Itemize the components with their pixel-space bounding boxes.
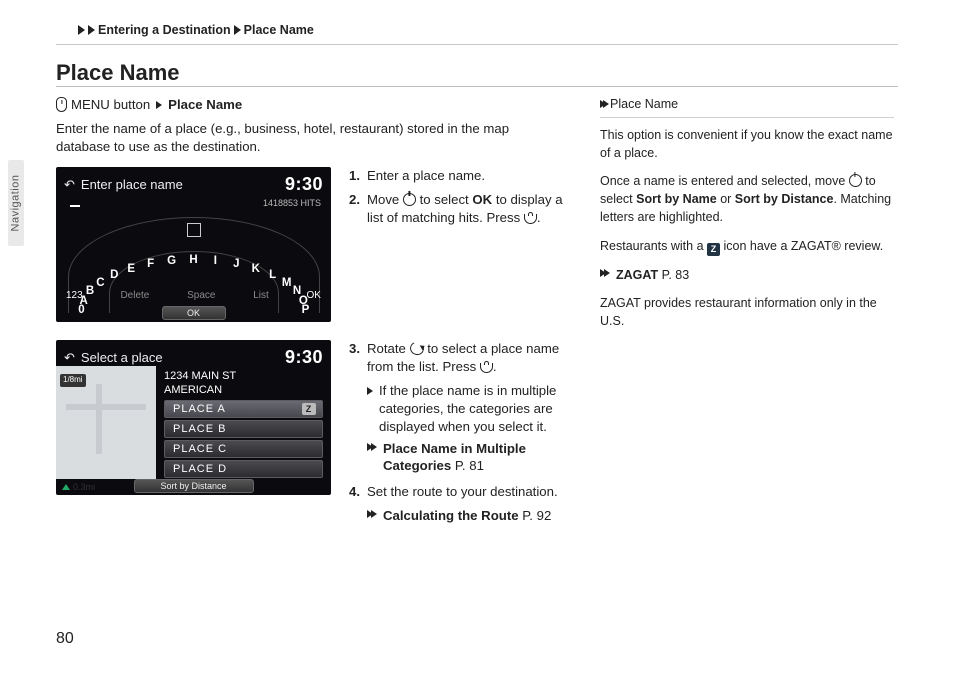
sidebar-heading: Place Name [600,96,894,118]
place-item: PLACE D [164,460,323,478]
step-3-sub: If the place name is in multiple categor… [367,382,576,435]
step-3: 3. Rotate to select a place name from th… [349,340,576,376]
chevron-right-icon [78,25,85,35]
menu-button-label: MENU button [71,96,150,114]
breadcrumb-section: Entering a Destination [98,22,231,39]
section-tab-label: Navigation [9,175,24,232]
dial-letter: L [269,268,276,284]
place-item: PLACE AZ [164,400,323,418]
text-cursor [70,205,80,207]
list-label: List [253,289,269,303]
chevron-right-icon [88,25,95,35]
step-1: 1.Enter a place name. [349,167,576,185]
sort-pill: Sort by Distance [134,479,254,493]
dial-letter: J [233,257,239,273]
mouse-icon [56,97,67,112]
map-scale: 1/8mi [60,374,86,387]
sidebar: Place Name This option is convenient if … [600,96,894,340]
chevron-right-icon [234,25,241,35]
divider [56,86,898,87]
dial-letter: D [110,268,118,284]
xref-multiple-categories: Place Name in Multiple Categories P. 81 [367,440,576,476]
menu-target: Place Name [168,96,242,114]
screen1-bottom-bar: 123 Delete Space List OK [56,289,331,303]
zagat-badge: Z [302,403,316,415]
intro-description: Enter the name of a place (e.g., busines… [56,120,566,156]
dial-letter: P [302,304,310,320]
xref-icon [367,510,379,520]
xref-calculating-route: Calculating the Route P. 92 [367,507,576,525]
mode-123: 123 [66,289,83,303]
back-icon: ↶ [64,349,75,367]
step-2: 2. Move to select OK to display a list o… [349,191,576,227]
xref-icon [367,443,379,453]
screen2-clock: 9:30 [285,345,323,369]
step-3-text: Rotate to select a place name from the l… [367,340,576,376]
sidebar-p2: Once a name is entered and selected, mov… [600,172,894,226]
xref-zagat: ZAGAT P. 83 [600,266,894,284]
place-list: PLACE AZ PLACE B PLACE C PLACE D [164,400,323,480]
divider [56,44,898,45]
direction-icon [62,484,70,490]
addr-line1: 1234 MAIN ST [164,370,236,383]
ok-pill: OK [162,306,226,320]
addr-line2: AMERICAN [164,384,236,397]
dial-letter: F [147,257,154,273]
sidebar-p4: ZAGAT provides restaurant information on… [600,294,894,330]
selected-address: 1234 MAIN ST AMERICAN [164,370,236,396]
screen1-hits: 1418853 HITS [56,197,331,209]
press-icon [480,363,493,373]
step-2-text: Move to select OK to display a list of m… [367,191,576,227]
bullet-icon [367,387,373,395]
move-dial-icon [849,174,862,187]
screenshot-select-place: ↶ Select a place 9:30 1/8mi 0.3mi 1234 MA… [56,340,331,495]
breadcrumb: Entering a Destination Place Name [78,22,314,39]
chevron-right-icon [156,101,162,109]
dial-letter: E [127,262,135,278]
dial-letter: G [167,255,176,271]
dial-letter: K [252,262,260,278]
place-item: PLACE C [164,440,323,458]
page-number: 80 [56,628,74,650]
xref-icon [600,100,606,108]
zagat-icon: Z [707,243,720,256]
step-1-text: Enter a place name. [367,167,576,185]
sidebar-title: Place Name [610,96,678,113]
xref-icon [600,269,612,279]
press-icon [524,214,537,224]
screen1-title: Enter place name [81,176,183,194]
move-dial-icon [403,193,416,206]
map-distance: 0.3mi [62,481,95,493]
back-icon: ↶ [64,176,75,194]
sidebar-p3: Restaurants with a Z icon have a ZAGAT® … [600,237,894,256]
screenshot-enter-place-name: ↶Enter place name 9:30 1418853 HITS 0ABC… [56,167,331,322]
dial-letter: I [214,255,217,271]
menu-path: MENU button Place Name [56,96,576,114]
step-4-text: Set the route to your destination. [367,483,576,501]
step-4: 4.Set the route to your destination. [349,483,576,501]
page-title: Place Name [56,58,180,88]
section-tab-navigation: Navigation [8,160,24,246]
place-item: PLACE B [164,420,323,438]
screen1-clock: 9:30 [285,172,323,196]
screen2-title: Select a place [81,349,163,367]
sidebar-p1: This option is convenient if you know th… [600,126,894,162]
delete-label: Delete [120,289,149,303]
dial-letter: H [189,254,197,270]
step-3-sub-text: If the place name is in multiple categor… [379,382,576,435]
space-label: Space [187,289,215,303]
ok-label: OK [307,289,321,303]
breadcrumb-page: Place Name [244,22,314,39]
